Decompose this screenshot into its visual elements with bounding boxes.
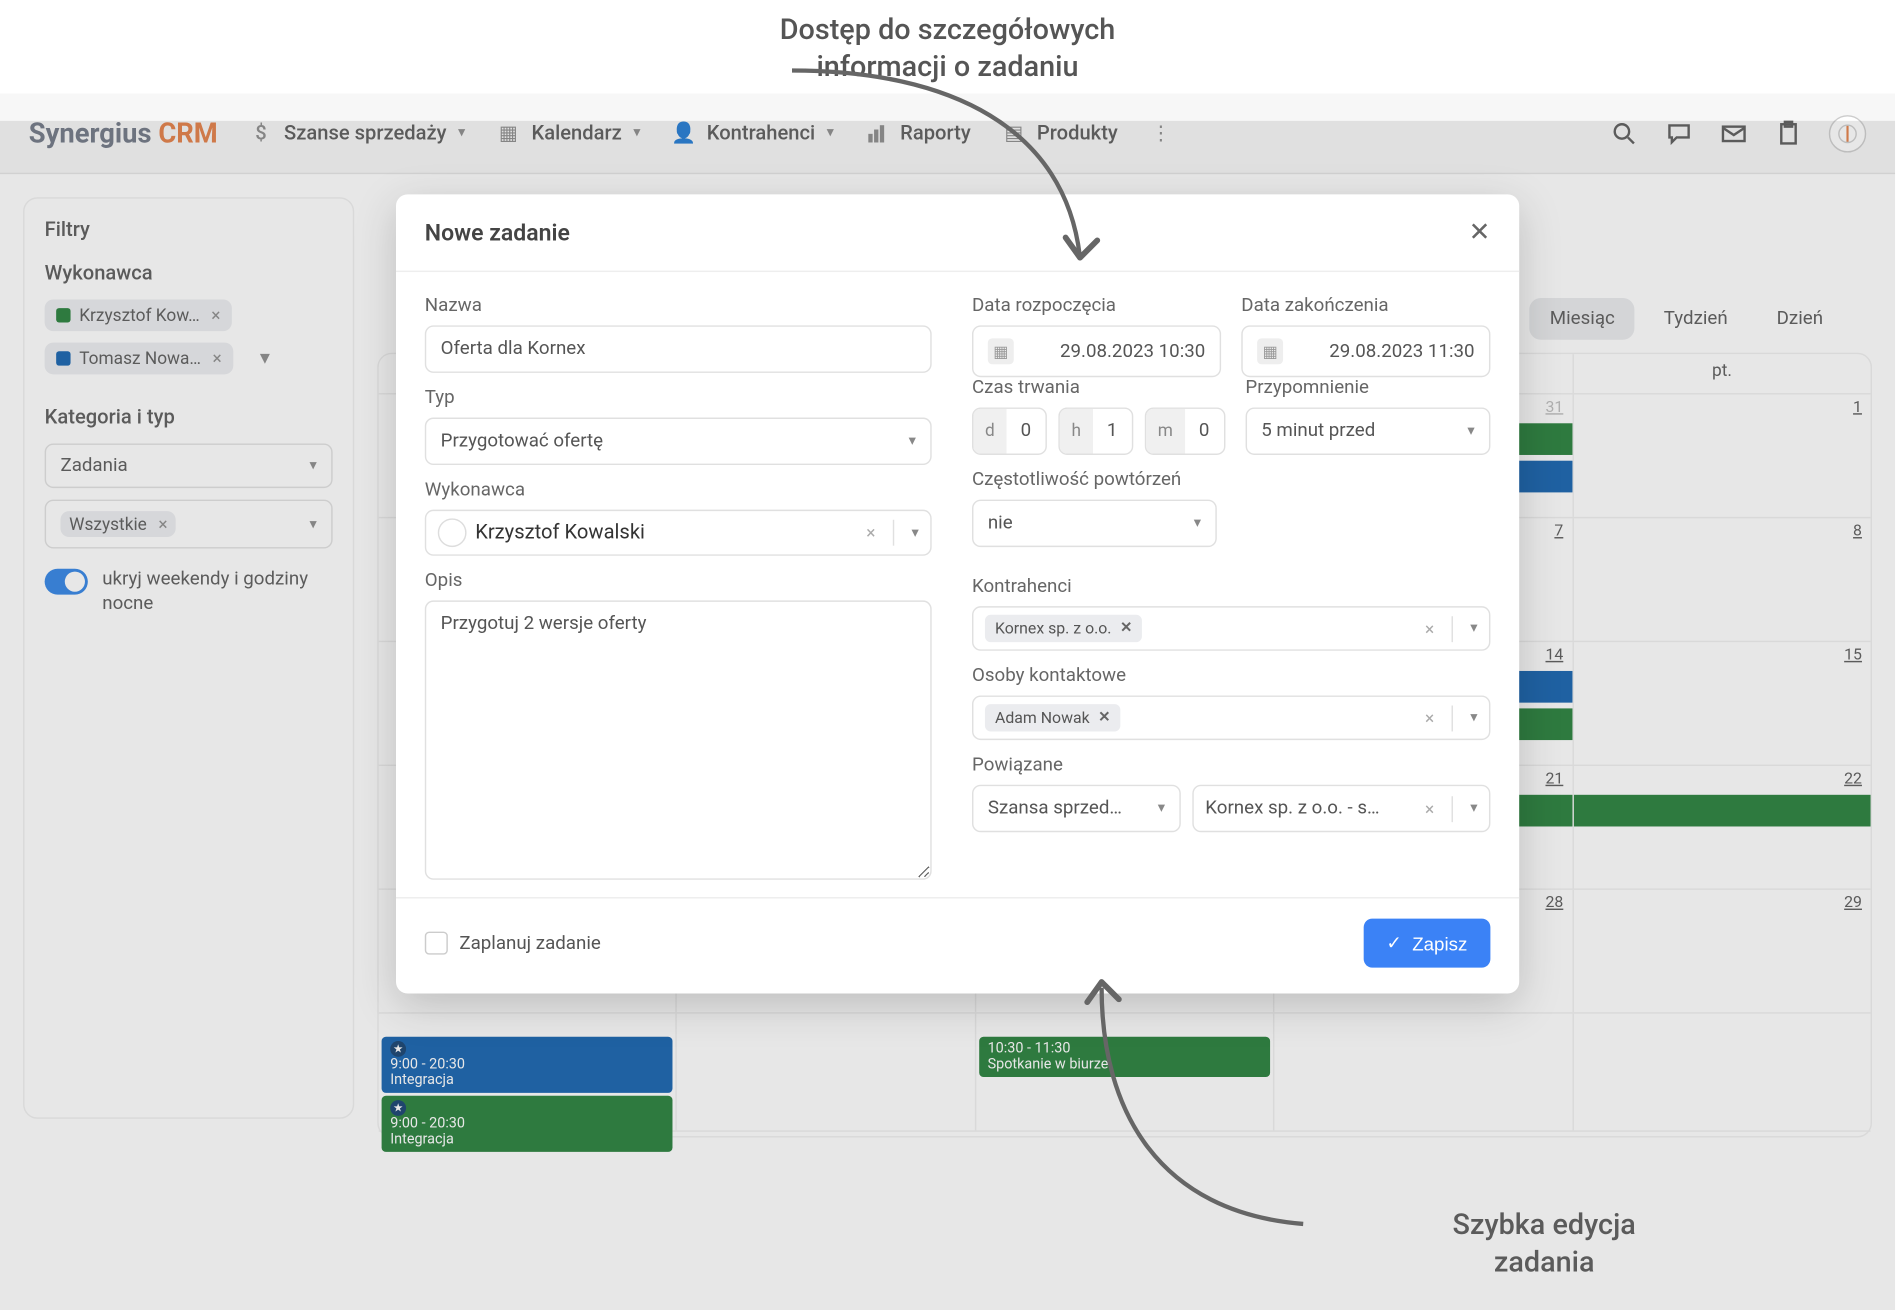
remove-tag-icon[interactable]: ✕ (1120, 621, 1132, 637)
label-nazwa: Nazwa (425, 295, 932, 317)
related-value-select[interactable]: Kornex sp. z o.o. - s… ×▾ (1192, 785, 1490, 833)
label-kontrahenci: Kontrahenci (972, 576, 1490, 598)
type-select[interactable]: Przygotować ofertę▾ (425, 418, 932, 466)
label-opis: Opis (425, 570, 932, 592)
new-task-modal: Nowe zadanie ✕ Nazwa Typ Przygotować ofe… (396, 194, 1519, 993)
assignee-select[interactable]: Krzysztof Kowalski ×▾ (425, 510, 932, 556)
close-icon[interactable]: ✕ (1469, 217, 1491, 247)
save-button[interactable]: ✓ Zapisz (1363, 919, 1490, 968)
chevron-down-icon: ▾ (911, 525, 918, 541)
kontrahenci-select[interactable]: Kornex sp. z o.o.✕ × ▾ (972, 606, 1490, 651)
calendar-icon: ▦ (1257, 338, 1283, 364)
label-wykonawca: Wykonawca (425, 479, 932, 501)
annotation-top: Dostęp do szczegółowych informacji o zad… (0, 10, 1895, 85)
label-powiazane: Powiązane (972, 754, 1490, 776)
label-reminder: Przypomnienie (1245, 377, 1490, 399)
modal-title: Nowe zadanie (425, 219, 570, 246)
clear-icon[interactable]: × (1425, 618, 1434, 638)
chevron-down-icon: ▾ (1158, 801, 1165, 817)
related-type-select[interactable]: Szansa sprzed…▾ (972, 785, 1181, 833)
label-duration: Czas trwania (972, 377, 1225, 399)
label-osoby: Osoby kontaktowe (972, 665, 1490, 687)
duration-minutes[interactable]: m0 (1145, 407, 1225, 455)
tag: Adam Nowak✕ (985, 704, 1120, 731)
duration-days[interactable]: d0 (972, 407, 1047, 455)
label-frequency: Częstotliwość powtórzeń (972, 469, 1490, 491)
remove-tag-icon[interactable]: ✕ (1098, 710, 1110, 726)
avatar (438, 518, 467, 547)
end-date-input[interactable]: ▦29.08.2023 11:30 (1241, 325, 1490, 377)
clear-icon[interactable]: × (1425, 708, 1434, 728)
chevron-down-icon: ▾ (909, 433, 916, 449)
checkbox-icon (425, 932, 448, 955)
clear-icon[interactable]: × (866, 523, 875, 543)
schedule-task-checkbox[interactable]: Zaplanuj zadanie (425, 932, 601, 955)
chevron-down-icon: ▾ (1467, 423, 1474, 439)
clear-icon[interactable]: × (1425, 798, 1434, 818)
start-date-input[interactable]: ▦29.08.2023 10:30 (972, 325, 1221, 377)
chevron-down-icon: ▾ (1470, 621, 1477, 637)
check-icon: ✓ (1386, 932, 1402, 955)
duration-hours[interactable]: h1 (1059, 407, 1134, 455)
chevron-down-icon: ▾ (1470, 710, 1477, 726)
chevron-down-icon: ▾ (1470, 801, 1477, 817)
chevron-down-icon: ▾ (1194, 515, 1201, 531)
name-input[interactable] (425, 325, 932, 373)
frequency-select[interactable]: nie▾ (972, 500, 1217, 548)
tag: Kornex sp. z o.o.✕ (985, 615, 1142, 642)
description-textarea[interactable] (425, 600, 932, 879)
label-end-date: Data zakończenia (1241, 295, 1490, 317)
reminder-select[interactable]: 5 minut przed▾ (1245, 407, 1490, 455)
label-typ: Typ (425, 387, 932, 409)
label-start-date: Data rozpoczęcia (972, 295, 1221, 317)
calendar-icon: ▦ (988, 338, 1014, 364)
osoby-select[interactable]: Adam Nowak✕ × ▾ (972, 695, 1490, 740)
